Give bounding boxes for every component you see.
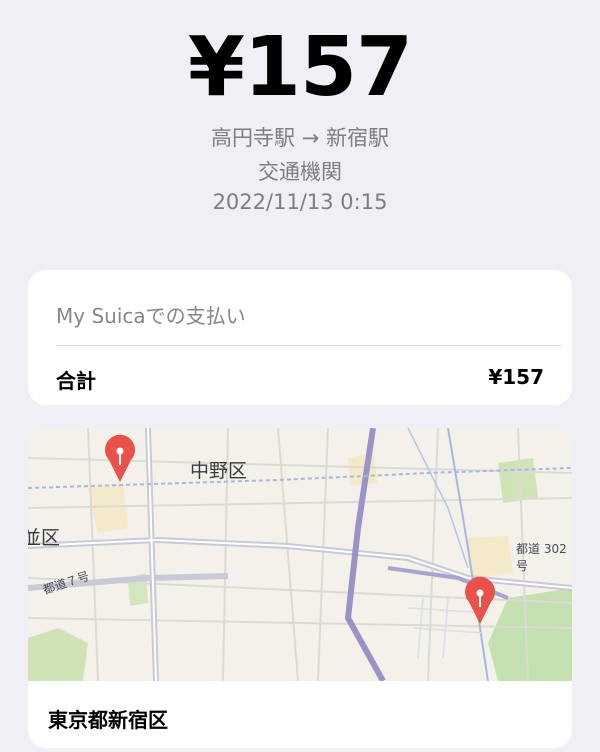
map-view[interactable]: 中野区 並区 都道７号 都道 302 号 <box>28 428 572 681</box>
end-pin-icon[interactable] <box>460 576 500 626</box>
map-area-label-partial: 並区 <box>28 527 61 549</box>
datetime: 2022/11/13 0:15 <box>212 190 388 214</box>
total-label: 合計 <box>56 369 96 393</box>
total-value: ¥157 <box>488 365 544 389</box>
road-label: 都道 302 号 <box>516 542 567 573</box>
payment-card: My Suicaでの支払い 合計 ¥157 <box>28 270 572 405</box>
category: 交通機関 <box>258 160 342 184</box>
start-pin-icon[interactable] <box>100 434 140 484</box>
location-card[interactable]: 中野区 並区 都道７号 都道 302 号 東京都新宿区 <box>28 428 572 748</box>
location-name: 東京都新宿区 <box>48 708 168 732</box>
divider <box>56 345 562 346</box>
payment-method-label: My Suicaでの支払い <box>56 304 246 328</box>
route: 高円寺駅 → 新宿駅 <box>211 126 389 150</box>
map-area-label: 中野区 <box>190 460 248 482</box>
amount: ¥157 <box>187 20 413 115</box>
